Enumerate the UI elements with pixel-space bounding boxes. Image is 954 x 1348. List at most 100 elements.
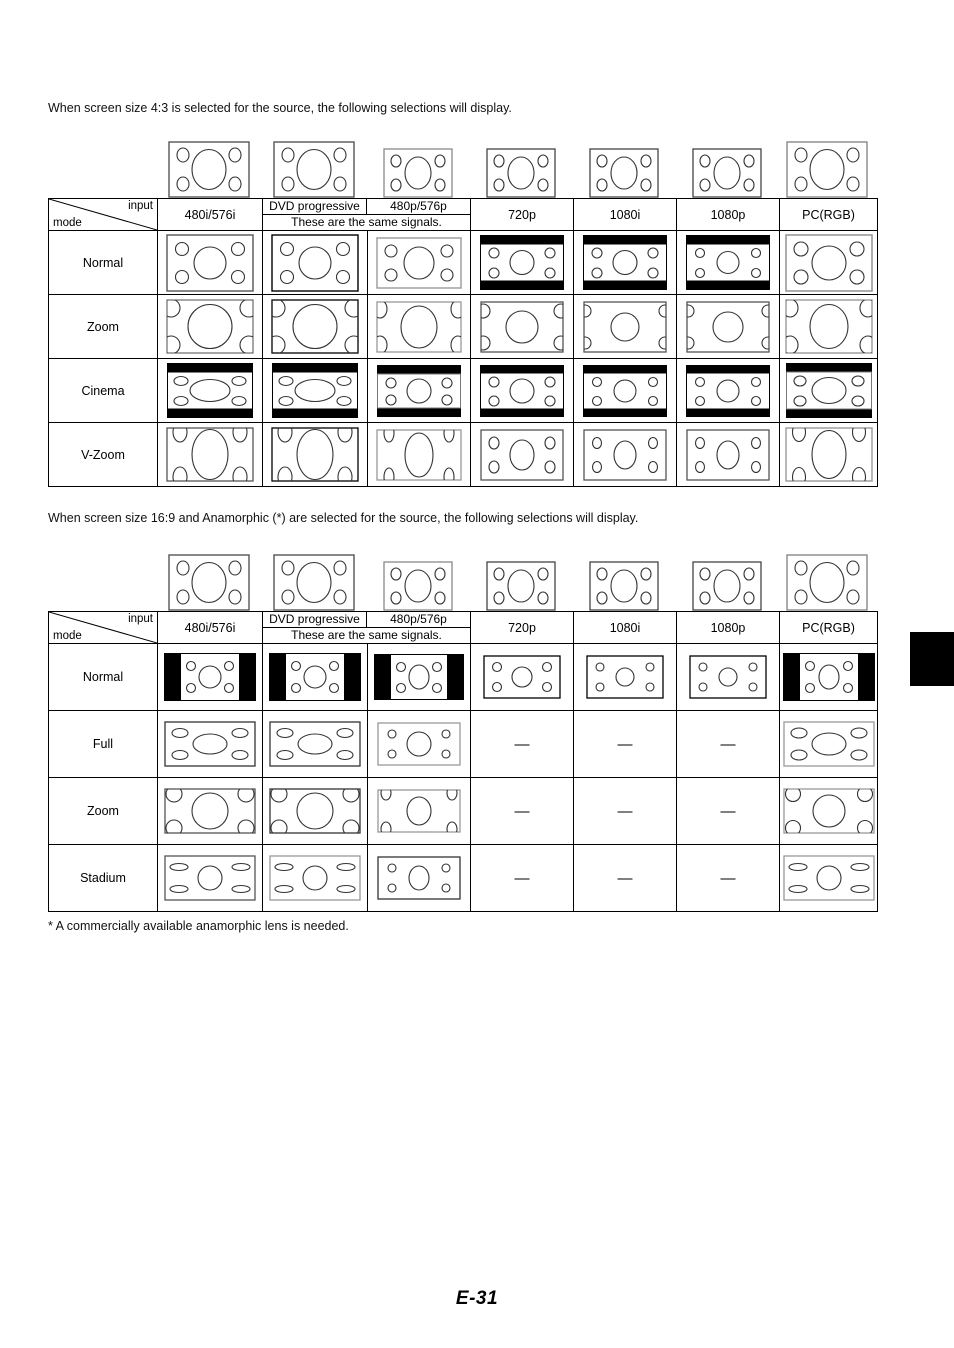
cell2-normal-dvd-progressive [262, 643, 368, 711]
unavailable-marker: — [514, 802, 530, 820]
reference-icon-row-4-3 [48, 130, 878, 198]
header-col-pcrgb: PC(RGB) [779, 198, 878, 231]
cell-vzoom-480i576i [157, 422, 263, 487]
unavailable-marker: — [720, 735, 736, 753]
intro-paragraph-4-3: When screen size 4:3 is selected for the… [48, 101, 512, 115]
cell2-stadium-480p576p [367, 844, 471, 912]
unavailable-marker: — [514, 869, 530, 887]
cell-zoom-pcrgb [779, 294, 878, 359]
table-row-normal: Normal [48, 230, 878, 295]
header-col-dvd-progressive: DVD progressive [263, 199, 366, 215]
mode-label-cinema: Cinema [48, 358, 158, 423]
table-row-zoom: Zoom [48, 294, 878, 359]
cell-normal-720p [470, 230, 574, 295]
cell-cinema-720p [470, 358, 574, 423]
header2-col-pcrgb: PC(RGB) [779, 611, 878, 644]
cell-normal-pcrgb [779, 230, 878, 295]
header2-same-signals-note: These are the same signals. [291, 628, 442, 642]
reference-icon-480p576p [366, 148, 469, 198]
unavailable-marker: — [617, 802, 633, 820]
cell2-normal-720p [470, 643, 574, 711]
header-input-label-2: input [128, 613, 153, 625]
cell2-normal-pcrgb [779, 643, 878, 711]
reference-icon-720p [469, 148, 572, 198]
cell2-zoom-dvd-progressive [262, 777, 368, 845]
cell-zoom-720p [470, 294, 574, 359]
reference-icon2-480i576i [156, 554, 261, 611]
cell-vzoom-720p [470, 422, 574, 487]
cell2-stadium-dvd-progressive [262, 844, 368, 912]
table-row-stadium: Stadium — — — [48, 844, 878, 912]
header-col-dvd-and-480p: DVD progressive 480p/576p These are the … [262, 198, 471, 231]
table-row-full: Full — — — [48, 710, 878, 778]
reference-icon2-720p [469, 561, 572, 611]
mode-label-vzoom: V-Zoom [48, 422, 158, 487]
header-col-1080p: 1080p [676, 198, 780, 231]
mode-label-normal-169: Normal [48, 643, 158, 711]
cell2-full-480p576p [367, 710, 471, 778]
header-corner-cell: input mode [48, 198, 158, 231]
cell2-stadium-1080p: — [676, 844, 780, 912]
cell2-zoom-pcrgb [779, 777, 878, 845]
cell2-stadium-pcrgb [779, 844, 878, 912]
screen-size-4-3-section: input mode 480i/576i DVD progressive 480… [48, 130, 878, 487]
cell2-zoom-1080p: — [676, 777, 780, 845]
cell-zoom-480p576p [367, 294, 471, 359]
cell-vzoom-dvd-progressive [262, 422, 368, 487]
cell-cinema-1080i [573, 358, 677, 423]
reference-icon-dvd-progressive [261, 141, 366, 198]
anamorphic-footnote: * A commercially available anamorphic le… [48, 919, 349, 933]
header-col-480p576p: 480p/576p [367, 199, 470, 215]
cell2-normal-1080p [676, 643, 780, 711]
cell-cinema-dvd-progressive [262, 358, 368, 423]
unavailable-marker: — [720, 802, 736, 820]
mode-table-4-3: input mode 480i/576i DVD progressive 480… [48, 198, 878, 487]
cell-zoom-480i576i [157, 294, 263, 359]
reference-icon2-1080p [675, 561, 778, 611]
header2-col-dvd-progressive: DVD progressive [263, 612, 366, 628]
cell2-normal-1080i [573, 643, 677, 711]
document-page: When screen size 4:3 is selected for the… [0, 0, 954, 1348]
cell-vzoom-480p576p [367, 422, 471, 487]
cell2-full-dvd-progressive [262, 710, 368, 778]
screen-size-16-9-section: input mode 480i/576i DVD progressive 480… [48, 543, 878, 912]
header2-col-1080i: 1080i [573, 611, 677, 644]
cell2-full-720p: — [470, 710, 574, 778]
mode-label-full: Full [48, 710, 158, 778]
cell2-zoom-720p: — [470, 777, 574, 845]
unavailable-marker: — [720, 869, 736, 887]
cell2-zoom-480p576p [367, 777, 471, 845]
cell-cinema-480p576p [367, 358, 471, 423]
mode-table-16-9: input mode 480i/576i DVD progressive 480… [48, 611, 878, 912]
mode-label-stadium: Stadium [48, 844, 158, 912]
cell-cinema-1080p [676, 358, 780, 423]
cell-normal-1080i [573, 230, 677, 295]
cell2-normal-480p576p [367, 643, 471, 711]
cell2-zoom-1080i: — [573, 777, 677, 845]
mode-label-normal: Normal [48, 230, 158, 295]
cell-vzoom-pcrgb [779, 422, 878, 487]
header2-col-480p576p: 480p/576p [367, 612, 470, 628]
page-edge-tab-marker [910, 632, 954, 686]
cell2-stadium-720p: — [470, 844, 574, 912]
unavailable-marker: — [617, 735, 633, 753]
table-header-row: input mode 480i/576i DVD progressive 480… [48, 198, 878, 231]
header-input-label: input [128, 200, 153, 212]
cell-cinema-pcrgb [779, 358, 878, 423]
header-col-720p: 720p [470, 198, 574, 231]
reference-icon2-dvd-progressive [261, 554, 366, 611]
header2-col-dvd-and-480p: DVD progressive 480p/576p These are the … [262, 611, 471, 644]
cell2-full-1080i: — [573, 710, 677, 778]
unavailable-marker: — [617, 869, 633, 887]
cell-zoom-1080i [573, 294, 677, 359]
reference-icon-pcrgb [778, 141, 876, 198]
cell-zoom-1080p [676, 294, 780, 359]
mode-label-zoom: Zoom [48, 294, 158, 359]
reference-icon2-1080i [572, 561, 675, 611]
reference-icon-1080i [572, 148, 675, 198]
header2-col-720p: 720p [470, 611, 574, 644]
header-mode-label-2: mode [53, 630, 82, 642]
table-row-cinema: Cinema [48, 358, 878, 423]
mode-label-zoom-169: Zoom [48, 777, 158, 845]
header2-col-480i576i: 480i/576i [157, 611, 263, 644]
